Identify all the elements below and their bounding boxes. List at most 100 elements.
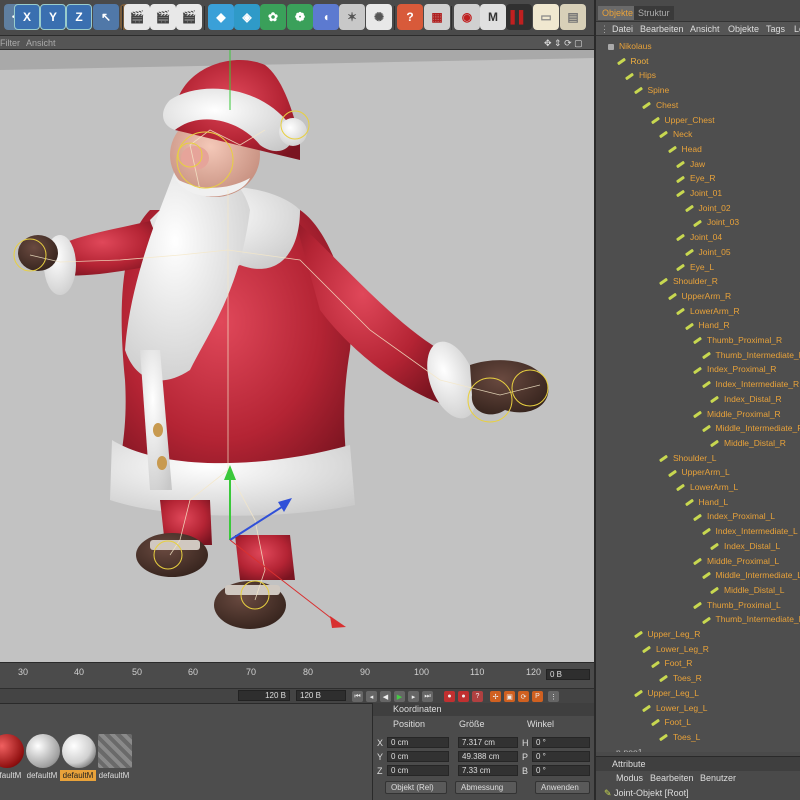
book-icon[interactable]: ▭ xyxy=(533,4,559,30)
tree-item[interactable]: Toes_R xyxy=(658,671,702,685)
go-to-start-icon[interactable]: ⏮ xyxy=(352,691,363,702)
rotation-key-icon[interactable]: ⟳ xyxy=(518,691,529,702)
menu-overflow[interactable]: Le xyxy=(794,24,800,34)
tree-item[interactable]: UpperArm_L xyxy=(667,465,730,479)
tree-item[interactable]: Middle_Intermediate_L xyxy=(701,568,800,582)
tree-item[interactable]: Joint_05 xyxy=(684,245,731,259)
current-frame-field[interactable]: 0 B xyxy=(546,669,590,680)
attr-menu-mode[interactable]: Modus xyxy=(616,773,643,783)
go-to-end-icon[interactable]: ⏭ xyxy=(422,691,433,702)
render-picture-icon[interactable]: 🎬 xyxy=(150,4,176,30)
cube-icon[interactable]: ◆ xyxy=(208,4,234,30)
scale-key-icon[interactable]: ▣ xyxy=(504,691,515,702)
attr-menu-user[interactable]: Benutzer xyxy=(700,773,736,783)
material-preview-4[interactable] xyxy=(98,734,132,768)
tree-item[interactable]: Toes_L xyxy=(658,730,700,744)
position-z-field[interactable]: 0 cm xyxy=(387,765,449,776)
tree-item[interactable]: Middle_Distal_L xyxy=(709,583,784,597)
tree-item[interactable]: Lower_Leg_L xyxy=(641,701,708,715)
tree-item[interactable]: Thumb_Proximal_R xyxy=(692,333,782,347)
tree-item[interactable]: Middle_Distal_R xyxy=(709,436,786,450)
material-preview-1[interactable] xyxy=(0,734,24,768)
camera-icon[interactable]: ✶ xyxy=(339,4,365,30)
scene-icon[interactable]: ◖ xyxy=(313,4,339,30)
tree-item[interactable]: Index_Distal_L xyxy=(709,539,780,553)
tree-item-extra[interactable]: n-poo1 xyxy=(616,745,642,752)
nurbs-icon[interactable]: ◈ xyxy=(234,4,260,30)
tree-item[interactable]: Shoulder_L xyxy=(658,451,716,465)
y-axis-button[interactable]: Y xyxy=(40,4,66,30)
end-frame-field[interactable]: 120 B xyxy=(238,690,290,701)
tree-item[interactable]: LowerArm_L xyxy=(675,480,738,494)
tree-item[interactable]: Index_Intermediate_R xyxy=(701,377,799,391)
render-view-icon[interactable]: 🎬 xyxy=(124,4,150,30)
play-back-icon[interactable]: ◀ xyxy=(380,691,391,702)
tree-item[interactable]: Neck xyxy=(658,127,692,141)
size-mode-dropdown[interactable]: Abmessung xyxy=(455,781,517,794)
z-axis-button[interactable]: Z xyxy=(66,4,92,30)
menu-objects[interactable]: Objekte xyxy=(728,24,759,34)
position-y-field[interactable]: 0 cm xyxy=(387,751,449,762)
tab-structure[interactable]: Struktur xyxy=(634,6,674,20)
tree-item[interactable]: Middle_Proximal_L xyxy=(692,554,779,568)
material-preview-2[interactable] xyxy=(26,734,60,768)
menu-view[interactable]: Ansicht xyxy=(690,24,720,34)
size-y-field[interactable]: 49.388 cm xyxy=(458,751,518,762)
position-key-icon[interactable]: ✢ xyxy=(490,691,501,702)
tree-item[interactable]: Upper_Leg_R xyxy=(633,627,700,641)
tree-item[interactable]: Nikolaus xyxy=(608,39,652,53)
coordinate-system-icon[interactable]: ↖ xyxy=(93,4,119,30)
help-icon[interactable]: ? xyxy=(397,4,423,30)
tree-item[interactable]: Upper_Leg_L xyxy=(633,686,699,700)
attr-menu-edit[interactable]: Bearbeiten xyxy=(650,773,694,783)
tree-item[interactable]: Thumb_Intermediate_R xyxy=(701,348,800,362)
x-axis-button[interactable]: X xyxy=(14,4,40,30)
render-settings-icon[interactable]: 🎬 xyxy=(176,4,202,30)
max-frame-field[interactable]: 120 B xyxy=(296,690,346,701)
array-icon[interactable]: ❁ xyxy=(287,4,313,30)
viewport-menu-filter[interactable]: Filter xyxy=(0,38,20,48)
tree-item[interactable]: Eye_R xyxy=(675,171,716,185)
tree-item[interactable]: Joint_02 xyxy=(684,201,731,215)
tree-item[interactable]: Index_Distal_R xyxy=(709,392,782,406)
menu-file[interactable]: Datei xyxy=(612,24,633,34)
tree-item[interactable]: Foot_L xyxy=(650,715,691,729)
position-x-field[interactable]: 0 cm xyxy=(387,737,449,748)
autokey-icon[interactable]: ● xyxy=(458,691,469,702)
tree-item[interactable]: Joint_01 xyxy=(675,186,722,200)
tree-item[interactable]: LowerArm_R xyxy=(675,304,740,318)
viewport-menu-view[interactable]: Ansicht xyxy=(26,38,56,48)
deformer-icon[interactable]: ✿ xyxy=(260,4,286,30)
light-icon[interactable]: ✺ xyxy=(366,4,392,30)
tree-item[interactable]: Lower_Leg_R xyxy=(641,642,709,656)
tree-item[interactable]: Thumb_Proximal_L xyxy=(692,598,781,612)
tree-item[interactable]: Middle_Intermediate_R xyxy=(701,421,800,435)
tree-item[interactable]: Middle_Proximal_R xyxy=(692,407,781,421)
tree-item[interactable]: Joint_04 xyxy=(675,230,722,244)
keyframe-icon[interactable]: ? xyxy=(472,691,483,702)
mograph-icon[interactable]: M xyxy=(480,4,506,30)
rotation-b-field[interactable]: 0 ° xyxy=(532,765,590,776)
tree-item[interactable]: Hips xyxy=(624,68,656,82)
viewport-nav-icons[interactable]: ✥ ⇕ ⟳ ▢ xyxy=(544,38,583,49)
3d-viewport[interactable] xyxy=(0,50,594,662)
tree-item[interactable]: Index_Intermediate_L xyxy=(701,524,798,538)
step-forward-icon[interactable]: ▸ xyxy=(408,691,419,702)
tree-item[interactable]: Hand_R xyxy=(684,318,730,332)
material-preview-3[interactable] xyxy=(62,734,96,768)
record-icon[interactable]: ● xyxy=(444,691,455,702)
tree-item[interactable]: Root xyxy=(616,54,648,68)
tree-item[interactable]: Chest xyxy=(641,98,678,112)
tree-item[interactable]: Spine xyxy=(633,83,669,97)
tree-item[interactable]: Head xyxy=(667,142,702,156)
tree-item[interactable]: Jaw xyxy=(675,157,705,171)
material-icon[interactable]: ▦ xyxy=(424,4,450,30)
tree-item[interactable]: Index_Proximal_R xyxy=(692,362,776,376)
tree-item[interactable]: Joint_03 xyxy=(692,215,739,229)
size-x-field[interactable]: 7.317 cm xyxy=(458,737,518,748)
play-icon[interactable]: ▶ xyxy=(394,691,405,702)
tree-item[interactable]: Index_Proximal_L xyxy=(692,509,775,523)
size-z-field[interactable]: 7.33 cm xyxy=(458,765,518,776)
menu-edit[interactable]: Bearbeiten xyxy=(640,24,684,34)
tree-item[interactable]: Hand_L xyxy=(684,495,728,509)
